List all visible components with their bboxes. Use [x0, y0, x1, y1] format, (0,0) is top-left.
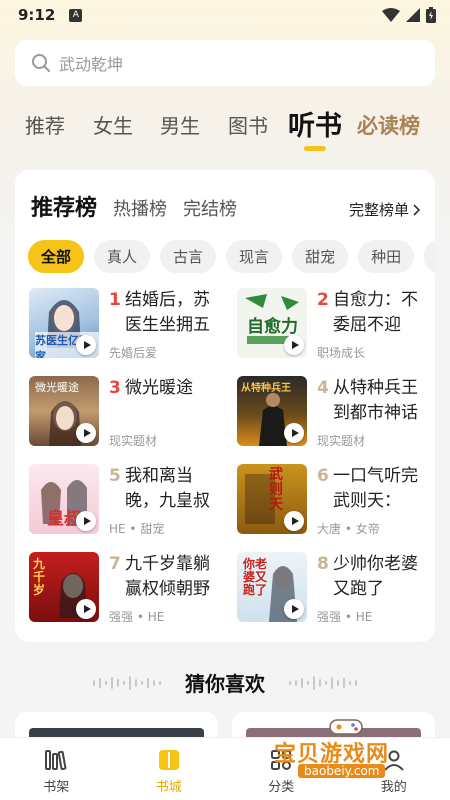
rank-number: 7 — [109, 554, 121, 574]
list-item[interactable]: 皇叔 5 我和离当晚，九皇叔 HE • 甜宠 — [29, 464, 229, 538]
tab-books[interactable]: 图书 — [228, 110, 268, 139]
chip-modern[interactable]: 现言 — [226, 240, 283, 273]
ranking-tab-hot[interactable]: 热播榜 — [113, 195, 167, 221]
play-icon[interactable] — [284, 423, 304, 443]
list-item[interactable]: 苏医生亿万家 1 结婚后，苏医生坐拥五 先婚后爱 — [29, 288, 229, 362]
book-title: 一口气听完武则天： — [333, 466, 418, 511]
battery-icon — [426, 7, 436, 23]
watermark-url: baobeiy.com — [298, 764, 386, 778]
bookstore-icon — [158, 750, 179, 770]
app-notification-icon: A — [69, 8, 83, 22]
tab-must-read[interactable]: 必读榜 — [357, 110, 420, 140]
book-cover: 从特种兵王 — [237, 376, 307, 446]
list-item[interactable]: 武则天 6 一口气听完武则天： 大唐 • 女帝 — [237, 464, 437, 538]
chip-sweet[interactable]: 甜宠 — [292, 240, 349, 273]
status-bar: 9:12 A — [0, 0, 450, 30]
search-icon — [32, 54, 50, 72]
play-icon[interactable] — [284, 599, 304, 619]
book-title: 结婚后，苏医生坐拥五 — [125, 290, 210, 335]
play-icon[interactable] — [284, 335, 304, 355]
book-cover: 皇叔 — [29, 464, 99, 534]
book-tags: 现实题材 — [109, 434, 158, 448]
book-title: 自愈力：不委屈不迎 — [333, 290, 418, 335]
play-icon[interactable] — [76, 511, 96, 531]
guess-you-like-title: 猜你喜欢 — [185, 672, 265, 696]
book-title: 少帅你老婆又跑了 — [333, 554, 418, 599]
nav-bookstore-label: 书城 — [155, 780, 182, 795]
nav-bookshelf[interactable]: 书架 — [0, 738, 113, 800]
rank-number: 3 — [109, 378, 121, 398]
wifi-icon — [382, 8, 400, 22]
cover-text: 九千岁 — [33, 557, 46, 597]
tab-recommend[interactable]: 推荐 — [25, 110, 65, 139]
rank-number: 5 — [109, 466, 121, 486]
book-cover: 你老婆又跑了 — [237, 552, 307, 622]
signal-icon — [406, 8, 420, 22]
book-title: 我和离当晚，九皇叔 — [125, 466, 210, 511]
chip-ancient[interactable]: 古言 — [160, 240, 217, 273]
chip-real-voice[interactable]: 真人 — [94, 240, 151, 273]
play-icon[interactable] — [76, 335, 96, 355]
rank-number: 1 — [109, 290, 121, 310]
list-item[interactable]: 微光暖途 3 微光暖途 现实题材 — [29, 376, 229, 450]
full-list-label: 完整榜单 — [348, 201, 409, 219]
book-tags: HE • 甜宠 — [109, 522, 165, 536]
book-tags: 职场成长 — [317, 346, 366, 360]
cover-text: 武则天 — [269, 467, 283, 513]
book-cover: 苏医生亿万家 — [29, 288, 99, 358]
bookshelf-icon — [45, 750, 67, 771]
book-cover: 微光暖途 — [29, 376, 99, 446]
book-cover: 九千岁 — [29, 552, 99, 622]
book-tags: 先婚后爱 — [109, 346, 158, 360]
book-title: 微光暖途 — [125, 378, 193, 398]
rank-number: 6 — [317, 466, 329, 486]
list-item[interactable]: 自愈力 2 自愈力：不委屈不迎 职场成长 — [237, 288, 437, 362]
cover-text: 你老婆又跑了 — [243, 557, 268, 597]
list-item[interactable]: 你老婆又跑了 8 少帅你老婆又跑了 强强 • HE — [237, 552, 437, 626]
status-time: 9:12 — [18, 6, 56, 24]
tab-female[interactable]: 女生 — [93, 110, 133, 139]
ranking-tab-finished[interactable]: 完结榜 — [183, 195, 237, 221]
play-icon[interactable] — [76, 599, 96, 619]
play-icon[interactable] — [76, 423, 96, 443]
chip-all[interactable]: 全部 — [28, 240, 85, 273]
filter-chips: 全部 真人 古言 现言 甜宠 种田 — [28, 240, 435, 274]
rank-number: 2 — [317, 290, 329, 310]
gamepad-icon — [329, 719, 363, 735]
book-tags: 现实题材 — [317, 434, 366, 448]
book-tags: 大唐 • 女帝 — [317, 522, 380, 536]
chip-farming[interactable]: 种田 — [358, 240, 415, 273]
cover-text: 从特种兵王 — [241, 383, 291, 394]
book-title: 九千岁靠躺赢权倾朝野 — [125, 554, 210, 599]
ranking-card: 推荐榜 热播榜 完结榜 完整榜单 全部 真人 古言 现言 甜宠 种田 苏医生亿万… — [15, 170, 435, 642]
nav-bookstore[interactable]: 书城 — [113, 738, 226, 800]
list-item[interactable]: 从特种兵王 4 从特种兵王到都市神话 现实题材 — [237, 376, 437, 450]
site-watermark: 宝贝游戏网 baobeiy.com — [270, 718, 440, 784]
list-item[interactable]: 九千岁 7 九千岁靠躺赢权倾朝野 强强 • HE — [29, 552, 229, 626]
active-tab-indicator — [304, 146, 326, 151]
rank-number: 8 — [317, 554, 329, 574]
search-input[interactable]: 武动乾坤 — [15, 40, 435, 86]
category-tabs: 推荐 女生 男生 图书 听书 必读榜 — [0, 100, 450, 154]
full-list-link[interactable]: 完整榜单 — [349, 199, 421, 220]
book-tags: 强强 • HE — [109, 610, 165, 624]
search-placeholder: 武动乾坤 — [59, 55, 124, 74]
cover-text: 自愈力 — [247, 317, 298, 337]
tab-audiobooks[interactable]: 听书 — [288, 104, 342, 143]
sound-wave-icon — [289, 676, 357, 690]
cover-text: 微光暖途 — [35, 381, 79, 394]
book-cover: 武则天 — [237, 464, 307, 534]
book-cover: 自愈力 — [237, 288, 307, 358]
rank-number: 4 — [317, 378, 329, 398]
nav-bookshelf-label: 书架 — [43, 780, 70, 795]
chip-more[interactable] — [424, 240, 435, 273]
play-icon[interactable] — [284, 511, 304, 531]
tab-male[interactable]: 男生 — [160, 110, 200, 139]
book-tags: 强强 • HE — [317, 610, 373, 624]
book-title: 从特种兵王到都市神话 — [333, 378, 418, 423]
ranking-tab-recommend[interactable]: 推荐榜 — [31, 190, 97, 222]
chevron-right-icon — [413, 203, 421, 216]
ranking-header: 推荐榜 热播榜 完结榜 完整榜单 — [31, 190, 421, 222]
